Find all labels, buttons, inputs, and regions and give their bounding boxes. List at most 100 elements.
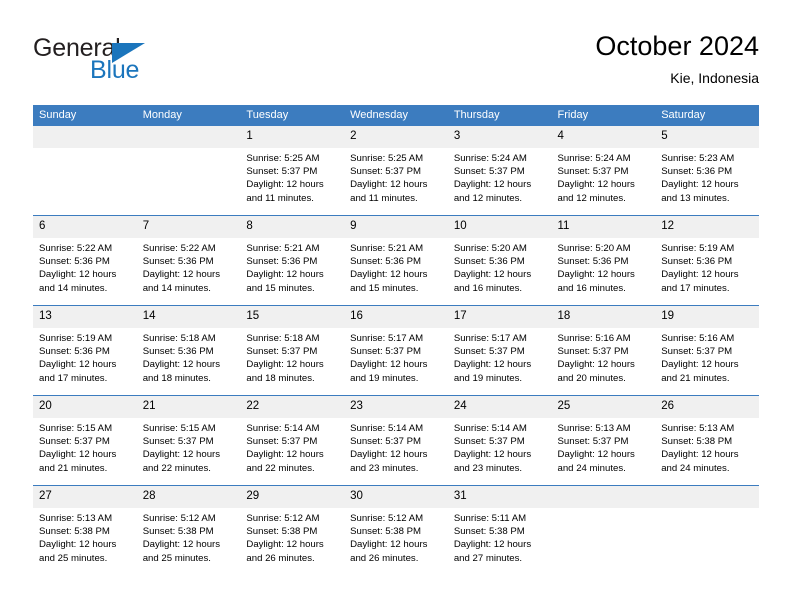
day-number: 22 [240, 396, 345, 418]
calendar-day-cell[interactable]: 14 Sunrise: 5:18 AM Sunset: 5:36 PM Dayligh… [136, 305, 241, 396]
sun-info-line: and 25 minutes. [142, 552, 211, 564]
sun-info-line: Daylight: 12 hours [142, 359, 221, 371]
calendar-day-cell[interactable]: 13 Sunrise: 5:19 AM Sunset: 5:36 PM Dayligh… [33, 305, 137, 396]
sun-info-line: Sunset: 5:36 PM [142, 256, 214, 268]
sun-info-line: Daylight: 12 hours [557, 269, 635, 281]
weekday-header-saturday: Saturday [655, 105, 759, 126]
sun-info-line: Sunrise: 5:17 AM [350, 333, 424, 344]
sun-info-line: Sunset: 5:37 PM [246, 346, 318, 358]
sun-info-line: Daylight: 12 hours [142, 539, 221, 551]
day-number: 3 [447, 126, 552, 148]
day-number: 19 [655, 306, 759, 328]
sun-info-line: Sunset: 5:36 PM [39, 256, 110, 268]
sun-info-line: Sunset: 5:36 PM [557, 256, 629, 268]
sun-info-line: Sunset: 5:38 PM [39, 526, 110, 538]
calendar-day-cell[interactable]: 29 Sunrise: 5:12 AM Sunset: 5:38 PM Dayligh… [240, 485, 345, 575]
calendar-day-cell[interactable]: 27 Sunrise: 5:13 AM Sunset: 5:38 PM Dayligh… [33, 485, 137, 575]
calendar-day-cell[interactable]: 21 Sunrise: 5:15 AM Sunset: 5:37 PM Dayligh… [136, 395, 241, 486]
calendar-day-cell[interactable]: 15 Sunrise: 5:18 AM Sunset: 5:37 PM Dayligh… [240, 305, 345, 396]
sun-info-line: and 11 minutes. [350, 192, 418, 204]
calendar-day-cell[interactable]: 11 Sunrise: 5:20 AM Sunset: 5:36 PM Dayligh… [551, 215, 656, 306]
calendar-day-cell[interactable]: 22 Sunrise: 5:14 AM Sunset: 5:37 PM Dayligh… [240, 395, 345, 486]
calendar-day-cell[interactable]: 7 Sunrise: 5:22 AM Sunset: 5:36 PM Daylight… [136, 215, 241, 306]
sun-info: Sunrise: 5:22 AM Sunset: 5:36 PM Daylight:… [33, 238, 137, 295]
sun-info-line: Sunset: 5:37 PM [350, 436, 422, 448]
sun-info-line: Sunrise: 5:22 AM [142, 243, 216, 254]
sun-info-line: and 16 minutes. [453, 282, 523, 294]
calendar-day-cell[interactable]: 4 Sunrise: 5:24 AM Sunset: 5:37 PM Daylight… [551, 126, 656, 216]
sun-info-line: Sunrise: 5:13 AM [39, 513, 113, 524]
sun-info: Sunrise: 5:25 AM Sunset: 5:37 PM Daylight:… [240, 148, 344, 205]
sun-info-line: Sunrise: 5:24 AM [453, 153, 527, 164]
sun-info-line: and 14 minutes. [142, 282, 211, 294]
day-number: 25 [551, 396, 656, 418]
sun-info-line: Daylight: 12 hours [453, 359, 532, 371]
calendar-day-cell[interactable]: 24 Sunrise: 5:14 AM Sunset: 5:37 PM Dayligh… [447, 395, 552, 486]
sun-info-line: Daylight: 12 hours [350, 539, 428, 551]
sun-info-line: Sunset: 5:37 PM [246, 166, 318, 178]
sun-info-line: Daylight: 12 hours [557, 359, 635, 371]
sun-info-line: Daylight: 12 hours [453, 269, 532, 281]
sun-info: Sunrise: 5:14 AM Sunset: 5:37 PM Daylight:… [448, 418, 552, 475]
sun-info-line: Daylight: 12 hours [661, 179, 739, 191]
logo-text-blue: Blue [90, 56, 140, 84]
sun-info-line: Sunrise: 5:20 AM [453, 243, 527, 254]
calendar-day-cell[interactable]: 18 Sunrise: 5:16 AM Sunset: 5:37 PM Dayligh… [551, 305, 656, 396]
sun-info-line: Sunset: 5:37 PM [246, 436, 318, 448]
sun-info-line: Sunset: 5:36 PM [39, 346, 110, 358]
calendar-day-cell[interactable]: 5 Sunrise: 5:23 AM Sunset: 5:36 PM Daylight… [655, 126, 759, 216]
calendar-day-cell[interactable]: 3 Sunrise: 5:24 AM Sunset: 5:37 PM Daylight… [447, 126, 552, 216]
calendar-empty-cell [551, 485, 656, 575]
calendar-day-cell[interactable]: 12 Sunrise: 5:19 AM Sunset: 5:36 PM Dayligh… [655, 215, 759, 306]
calendar-day-cell[interactable]: 26 Sunrise: 5:13 AM Sunset: 5:38 PM Dayligh… [655, 395, 759, 486]
sun-info-line: and 18 minutes. [142, 372, 211, 384]
sun-info-line: Sunrise: 5:14 AM [350, 423, 424, 434]
sun-info-line: Sunset: 5:37 PM [661, 346, 733, 358]
sun-info: Sunrise: 5:24 AM Sunset: 5:37 PM Daylight:… [552, 148, 656, 205]
sun-info: Sunrise: 5:19 AM Sunset: 5:36 PM Daylight:… [33, 328, 137, 385]
sun-info: Sunrise: 5:16 AM Sunset: 5:37 PM Daylight:… [655, 328, 759, 385]
calendar-day-cell[interactable]: 28 Sunrise: 5:12 AM Sunset: 5:38 PM Dayligh… [136, 485, 241, 575]
day-number: 16 [344, 306, 448, 328]
calendar-day-cell[interactable]: 25 Sunrise: 5:13 AM Sunset: 5:37 PM Dayligh… [551, 395, 656, 486]
day-number: 4 [551, 126, 656, 148]
sun-info-line: and 21 minutes. [661, 372, 730, 384]
sun-info-line: Sunrise: 5:18 AM [142, 333, 216, 344]
calendar-day-cell[interactable]: 6 Sunrise: 5:22 AM Sunset: 5:36 PM Daylight… [33, 215, 137, 306]
sun-info-line: Daylight: 12 hours [661, 449, 739, 461]
calendar-day-cell[interactable]: 17 Sunrise: 5:17 AM Sunset: 5:37 PM Dayligh… [447, 305, 552, 396]
day-number: 1 [240, 126, 345, 148]
calendar-day-cell[interactable]: 31 Sunrise: 5:11 AM Sunset: 5:38 PM Dayligh… [447, 485, 552, 575]
weekday-header-sunday: Sunday [33, 105, 137, 126]
calendar-table: Sunday Monday Tuesday Wednesday Thursday… [33, 105, 759, 575]
sun-info-line: Sunset: 5:36 PM [350, 256, 422, 268]
sun-info-line: Sunrise: 5:22 AM [39, 243, 113, 254]
calendar-body: 1 Sunrise: 5:25 AM Sunset: 5:37 PM Daylight… [33, 126, 759, 575]
weekday-header-friday: Friday [551, 105, 656, 126]
sun-info-line: Sunrise: 5:18 AM [246, 333, 320, 344]
calendar-day-cell[interactable]: 30 Sunrise: 5:12 AM Sunset: 5:38 PM Dayligh… [344, 485, 448, 575]
sun-info-line: Sunset: 5:37 PM [557, 166, 629, 178]
calendar-day-cell[interactable]: 20 Sunrise: 5:15 AM Sunset: 5:37 PM Dayligh… [33, 395, 137, 486]
calendar-week-row: 13 Sunrise: 5:19 AM Sunset: 5:36 PM Dayligh… [33, 305, 759, 396]
sun-info-line: Sunrise: 5:13 AM [661, 423, 735, 434]
sun-info-line: Daylight: 12 hours [557, 449, 635, 461]
calendar-day-cell[interactable]: 9 Sunrise: 5:21 AM Sunset: 5:36 PM Daylight… [344, 215, 448, 306]
day-number: 14 [136, 306, 241, 328]
sun-info-line: Daylight: 12 hours [557, 179, 635, 191]
sun-info: Sunrise: 5:24 AM Sunset: 5:37 PM Daylight:… [448, 148, 552, 205]
sun-info-line: and 17 minutes. [39, 372, 108, 384]
calendar-day-cell[interactable]: 1 Sunrise: 5:25 AM Sunset: 5:37 PM Daylight… [240, 126, 345, 216]
sun-info-line: and 18 minutes. [246, 372, 315, 384]
calendar-day-cell[interactable]: 23 Sunrise: 5:14 AM Sunset: 5:37 PM Dayligh… [344, 395, 448, 486]
calendar-day-cell[interactable]: 10 Sunrise: 5:20 AM Sunset: 5:36 PM Dayligh… [447, 215, 552, 306]
day-number: 11 [551, 216, 656, 238]
calendar-day-cell[interactable]: 16 Sunrise: 5:17 AM Sunset: 5:37 PM Dayligh… [344, 305, 448, 396]
sun-info-line: Sunrise: 5:20 AM [557, 243, 631, 254]
sun-info-line: Sunrise: 5:25 AM [350, 153, 424, 164]
calendar-day-cell[interactable]: 19 Sunrise: 5:16 AM Sunset: 5:37 PM Dayligh… [655, 305, 759, 396]
calendar-day-cell[interactable]: 8 Sunrise: 5:21 AM Sunset: 5:36 PM Daylight… [240, 215, 345, 306]
sun-info-line: Daylight: 12 hours [453, 449, 532, 461]
calendar-day-cell[interactable]: 2 Sunrise: 5:25 AM Sunset: 5:37 PM Daylight… [344, 126, 448, 216]
sun-info-line: and 17 minutes. [661, 282, 730, 294]
